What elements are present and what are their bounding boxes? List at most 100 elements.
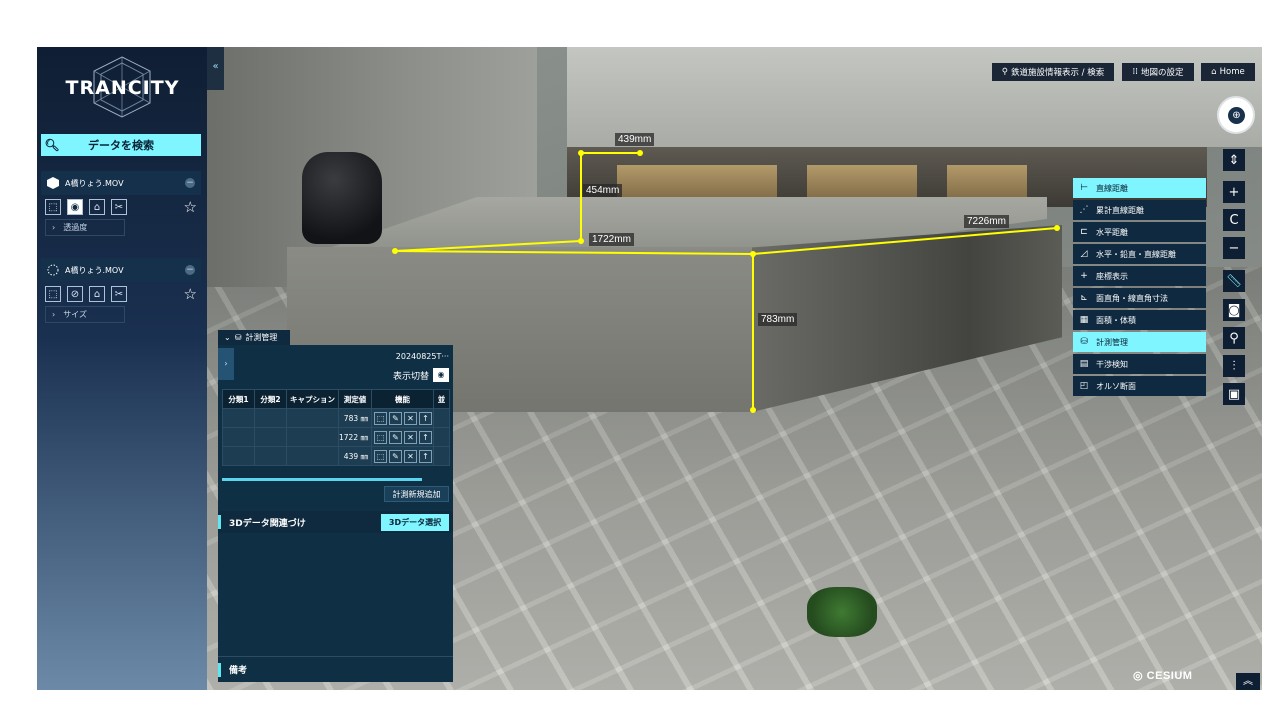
measure-label: 7226mm: [964, 215, 1009, 228]
edit-icon[interactable]: ✎: [389, 411, 402, 425]
clapper-button[interactable]: ▣: [1223, 383, 1245, 405]
layer-setting-size[interactable]: › サイズ: [45, 306, 125, 323]
panel-expand-button[interactable]: ›: [218, 348, 234, 380]
layer-setting-label: サイズ: [63, 310, 87, 319]
visibility-eye-icon[interactable]: ◉: [67, 199, 83, 215]
trancity-logo: TRANCITY: [55, 53, 190, 129]
table-cell[interactable]: [222, 408, 255, 428]
measure-point[interactable]: [1054, 225, 1060, 231]
column-header[interactable]: 分類2: [254, 389, 287, 409]
data-search-button[interactable]: 🔍︎ データを検索: [41, 134, 201, 156]
column-header[interactable]: 測定値: [338, 389, 372, 409]
select-area-icon[interactable]: ⬚: [45, 286, 61, 302]
tilt-toggle-button[interactable]: ⇕: [1223, 149, 1245, 171]
panel-tab-label: 計測管理: [245, 333, 278, 342]
display-toggle[interactable]: 表示切替 ◉: [393, 368, 449, 382]
measure-point[interactable]: [637, 150, 643, 156]
measure-point[interactable]: [578, 150, 584, 156]
compass-navigation[interactable]: ⊕: [1217, 96, 1255, 134]
straight-distance-icon: ⊢: [1080, 183, 1088, 193]
edit-icon[interactable]: ✎: [389, 430, 402, 444]
measure-tool-button[interactable]: 📏︎: [1223, 270, 1245, 292]
measure-point[interactable]: [750, 407, 756, 413]
clip-scissors-icon[interactable]: ✂: [111, 199, 127, 215]
map-pin-icon[interactable]: ⌂: [89, 286, 105, 302]
delete-icon[interactable]: ✕: [404, 449, 417, 463]
clip-scissors-icon[interactable]: ✂: [111, 286, 127, 302]
menu-item-cumulative-distance[interactable]: ⋰ 累計直線距離: [1073, 200, 1206, 220]
eye-icon[interactable]: ◉: [433, 368, 449, 382]
delete-icon[interactable]: ✕: [404, 430, 417, 444]
menu-item-measure-management[interactable]: ⛁ 計測管理: [1073, 332, 1206, 352]
reset-view-button[interactable]: C: [1223, 209, 1245, 231]
menu-item-ortho-section[interactable]: ◰ オルソ断面: [1073, 376, 1206, 396]
chevron-right-icon: ›: [52, 223, 56, 232]
measure-line-1722[interactable]: [394, 240, 582, 252]
remove-layer-button[interactable]: −: [185, 265, 195, 275]
map-settings-button[interactable]: ⁞⁞ 地図の設定: [1122, 63, 1194, 81]
layer-item: A橋りょう.MOV − ⬚ ◉ ⌂ ✂ ☆ › 透過度: [41, 171, 201, 241]
table-cell[interactable]: [286, 427, 339, 447]
zoom-in-button[interactable]: +: [1223, 181, 1245, 203]
measure-point[interactable]: [750, 251, 756, 257]
select-icon[interactable]: ⬚: [374, 449, 387, 463]
column-header[interactable]: キャプション: [286, 389, 339, 409]
table-row[interactable]: 439 ㎜ ⬚ ✎ ✕ ↑: [222, 446, 450, 466]
adjust-button[interactable]: ⫶: [1223, 355, 1245, 377]
location-button[interactable]: ⚲: [1223, 327, 1245, 349]
map-pin-icon[interactable]: ⌂: [89, 199, 105, 215]
add-measurement-button[interactable]: 計測新規追加: [384, 486, 449, 502]
menu-item-perpendicular[interactable]: ⊾ 面直角・線直角寸法: [1073, 288, 1206, 308]
reset-icon: C: [1229, 212, 1239, 228]
move-up-icon[interactable]: ↑: [419, 411, 432, 425]
home-button[interactable]: ⌂ Home: [1201, 63, 1255, 81]
menu-item-hv-distance[interactable]: ◿ 水平・鉛直・直線距離: [1073, 244, 1206, 264]
facility-search-button[interactable]: ⚲ 鉄道施設情報表示 / 検索: [992, 63, 1114, 81]
horizontal-scrollbar[interactable]: [222, 478, 422, 481]
move-up-icon[interactable]: ↑: [419, 449, 432, 463]
table-cell[interactable]: [254, 446, 287, 466]
sidebar-collapse-button[interactable]: «: [207, 47, 224, 90]
column-header[interactable]: 並: [433, 389, 450, 409]
select-3d-data-button[interactable]: 3Dデータ選択: [381, 514, 449, 531]
table-cell[interactable]: [254, 408, 287, 428]
table-cell[interactable]: [222, 446, 255, 466]
measure-point[interactable]: [578, 238, 584, 244]
menu-item-coordinates[interactable]: + 座標表示: [1073, 266, 1206, 286]
remove-layer-button[interactable]: −: [185, 178, 195, 188]
table-row[interactable]: 1722 ㎜ ⬚ ✎ ✕ ↑: [222, 427, 450, 447]
move-up-icon[interactable]: ↑: [419, 430, 432, 444]
layer-setting-opacity[interactable]: › 透過度: [45, 219, 125, 236]
select-icon[interactable]: ⬚: [374, 430, 387, 444]
edit-icon[interactable]: ✎: [389, 449, 402, 463]
layer-tools: ⬚ ⊘ ⌂ ✂ ☆: [41, 282, 201, 306]
expand-up-button[interactable]: ︽: [1236, 673, 1260, 690]
table-row[interactable]: 783 ㎜ ⬚ ✎ ✕ ↑: [222, 408, 450, 428]
menu-item-straight-distance[interactable]: ⊢ 直線距離: [1073, 178, 1206, 198]
menu-item-area-volume[interactable]: ▦ 面積・体積: [1073, 310, 1206, 330]
cube-icon: [47, 177, 59, 189]
measure-line-front-edge[interactable]: [394, 250, 754, 255]
table-cell[interactable]: [222, 427, 255, 447]
visibility-off-icon[interactable]: ⊘: [67, 286, 83, 302]
table-cell[interactable]: [286, 408, 339, 428]
select-icon[interactable]: ⬚: [374, 411, 387, 425]
measure-management-tab[interactable]: ⌄ ⛁ 計測管理: [218, 330, 290, 345]
camera-button[interactable]: ◙: [1223, 299, 1245, 321]
favorite-star-icon[interactable]: ☆: [184, 285, 197, 303]
select-area-icon[interactable]: ⬚: [45, 199, 61, 215]
menu-item-label: 面直角・線直角寸法: [1096, 293, 1168, 303]
layer-header[interactable]: A橋りょう.MOV −: [41, 258, 201, 282]
measure-point[interactable]: [392, 248, 398, 254]
delete-icon[interactable]: ✕: [404, 411, 417, 425]
table-cell[interactable]: [286, 446, 339, 466]
table-cell[interactable]: [254, 427, 287, 447]
favorite-star-icon[interactable]: ☆: [184, 198, 197, 216]
zoom-out-button[interactable]: −: [1223, 237, 1245, 259]
row-actions: ⬚ ✎ ✕ ↑: [371, 427, 434, 447]
layer-header[interactable]: A橋りょう.MOV −: [41, 171, 201, 195]
menu-item-interference[interactable]: ▤ 干渉検知: [1073, 354, 1206, 374]
menu-item-horizontal-distance[interactable]: ⊏ 水平距離: [1073, 222, 1206, 242]
measure-line-7226[interactable]: [752, 227, 1058, 255]
column-header[interactable]: 分類1: [222, 389, 255, 409]
